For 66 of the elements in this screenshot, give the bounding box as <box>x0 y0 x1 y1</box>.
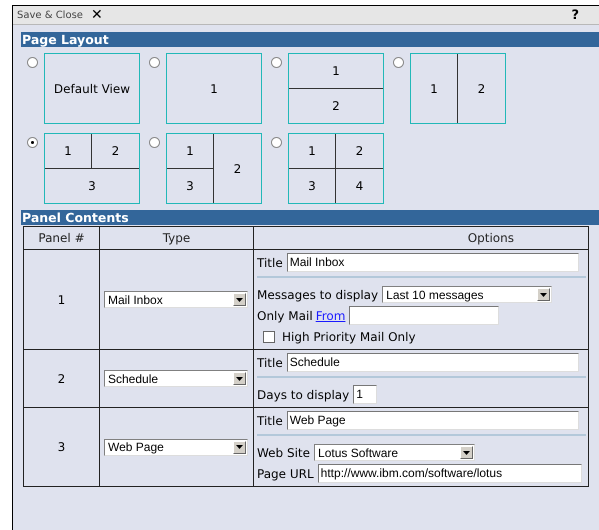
column-header: Panel # <box>24 226 100 250</box>
layout-thumbnail[interactable]: 1 3 2 <box>166 133 262 204</box>
field-label: Messages to display <box>257 288 378 302</box>
checkbox[interactable] <box>263 330 275 342</box>
help-button[interactable]: ? <box>571 8 579 22</box>
layout-thumbnail[interactable]: 1 2 3 <box>44 133 140 204</box>
layout-thumbnail[interactable]: 1 <box>166 53 262 124</box>
field-label: Web Site <box>257 446 310 460</box>
type-dropdown[interactable]: Schedule <box>104 370 248 387</box>
panel-number: 2 <box>476 80 486 98</box>
field-label: Title <box>257 414 283 428</box>
url-field[interactable]: http://www.ibm.com/software/lotus <box>318 464 582 483</box>
section-heading: Page Layout <box>21 32 599 47</box>
panel-number: 2 <box>232 160 242 178</box>
panel-number: 2 <box>92 134 139 168</box>
caret-icon <box>460 446 474 459</box>
layout-thumbnail[interactable]: 1 2 <box>410 53 506 124</box>
column-header: Type <box>100 226 254 250</box>
panel-number: 4 <box>354 178 364 195</box>
radio-button[interactable] <box>271 137 282 148</box>
days-field[interactable]: 1 <box>353 385 378 404</box>
panel-number: 3 <box>289 168 336 203</box>
panel-number: 1 <box>289 54 383 88</box>
type-dropdown[interactable]: Mail Inbox <box>104 291 248 308</box>
panel-number: 3 <box>87 178 97 195</box>
radio-button[interactable] <box>271 57 282 68</box>
close-button[interactable]: ✕ <box>90 8 103 22</box>
caret-icon <box>233 440 246 454</box>
layout-thumbnail[interactable]: Default View <box>44 53 140 124</box>
radio-button[interactable] <box>27 137 38 148</box>
panel-number: 2 <box>331 98 341 115</box>
radio-button[interactable] <box>393 57 404 68</box>
field-label: Title <box>257 256 283 270</box>
panel-number: 1 <box>45 134 92 168</box>
layout-thumbnail[interactable]: 1 2 3 4 <box>288 133 384 204</box>
type-dropdown[interactable]: Web Page <box>104 438 248 456</box>
save-close-button[interactable]: Save & Close <box>17 10 83 20</box>
column-header: Options <box>254 226 588 250</box>
layout-thumbnail[interactable]: 1 2 <box>288 53 384 124</box>
checkbox-label: High Priority Mail Only <box>282 330 416 344</box>
radio-button[interactable] <box>149 57 160 68</box>
option-dropdown[interactable]: Last 10 messages <box>382 286 552 303</box>
panel-number: 2 <box>336 134 383 168</box>
field-label: Page URL <box>257 466 314 480</box>
table-cell: 2 <box>24 350 100 408</box>
option-dropdown[interactable]: Lotus Software <box>314 444 476 461</box>
section-heading: Panel Contents <box>21 210 599 225</box>
from-field[interactable] <box>349 306 500 325</box>
table-cell: 1 <box>24 250 100 350</box>
panel-number: 3 <box>167 168 214 203</box>
field-label: Days to display <box>257 388 350 402</box>
panel-number: 1 <box>411 54 458 123</box>
title-field[interactable]: Schedule <box>286 353 579 372</box>
field-label: Only Mail <box>257 308 313 322</box>
caret-icon <box>537 288 550 301</box>
radio-button[interactable] <box>27 57 38 68</box>
caret-icon <box>233 372 246 385</box>
radio-button[interactable] <box>149 137 160 148</box>
panel-number: 1 <box>289 134 336 168</box>
from-link[interactable]: From <box>316 308 346 322</box>
title-field[interactable]: Web Page <box>286 411 579 430</box>
title-field[interactable]: Mail Inbox <box>286 253 579 272</box>
caret-icon <box>233 293 246 306</box>
panel-number: 1 <box>167 134 214 168</box>
field-label: Title <box>257 356 283 370</box>
table-cell: 3 <box>24 408 100 486</box>
